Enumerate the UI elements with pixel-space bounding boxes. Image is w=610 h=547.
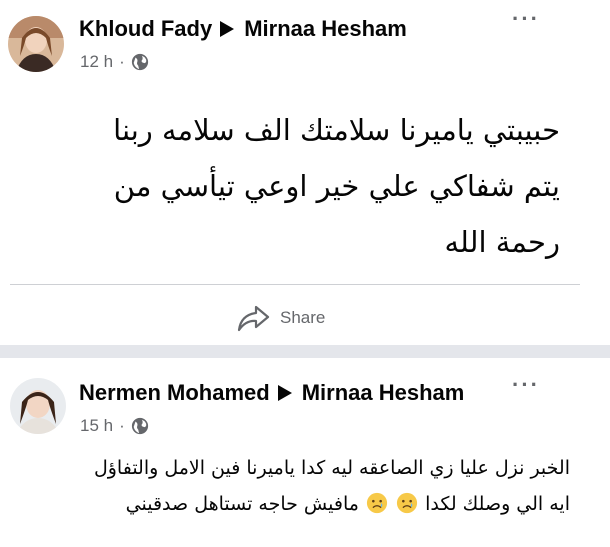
more-options-button[interactable]: ···	[512, 8, 540, 30]
post-time[interactable]: 15 h	[80, 416, 113, 436]
post-meta: 15 h ·	[80, 416, 149, 436]
more-options-button[interactable]: ···	[512, 374, 540, 396]
arrow-right-icon	[220, 21, 235, 37]
share-button[interactable]: Share	[236, 300, 325, 336]
share-arrow-icon	[237, 305, 270, 332]
post-nermen-mohamed: Nermen Mohamed Mirnaa Hesham 15 h · ··· …	[0, 358, 610, 547]
body-line: يتم شفاكي علي خير اوعي تيأسي من	[113, 169, 560, 203]
body-line: الخبر نزل عليا زي الصاعقه ليه كدا ياميرن…	[93, 457, 570, 479]
feed-separator	[0, 345, 610, 358]
meta-separator: ·	[119, 416, 125, 435]
post-time[interactable]: 12 h	[80, 52, 113, 72]
recipient-name[interactable]: Mirnaa Hesham	[244, 16, 407, 42]
body-line: حبيبتي ياميرنا سلامتك الف سلامه ربنا	[113, 113, 560, 147]
sad-tear-emoji-icon	[396, 492, 418, 514]
author-name[interactable]: Khloud Fady	[79, 16, 212, 42]
post-meta: 12 h ·	[80, 52, 149, 72]
author-avatar[interactable]	[10, 378, 66, 434]
body-line: رحمة الله	[444, 225, 560, 259]
body-text-segment: مافيش حاجه تستاهل صدقيني	[125, 493, 359, 515]
recipient-name[interactable]: Mirnaa Hesham	[302, 380, 465, 406]
globe-icon	[131, 53, 148, 71]
globe-icon	[131, 417, 148, 435]
author-line: Khloud Fady Mirnaa Hesham	[79, 16, 407, 42]
author-name[interactable]: Nermen Mohamed	[79, 380, 270, 406]
post-body: الخبر نزل عليا زي الصاعقه ليه كدا ياميرن…	[10, 450, 570, 522]
author-line: Nermen Mohamed Mirnaa Hesham	[79, 380, 464, 406]
sad-tear-emoji-icon	[366, 492, 388, 514]
share-label: Share	[280, 308, 326, 327]
author-avatar[interactable]	[8, 16, 64, 72]
avatar-image	[8, 16, 64, 72]
body-text-segment: ايه الي وصلك لكدا	[425, 493, 570, 515]
post-khloud-fady: Khloud Fady Mirnaa Hesham 12 h · ··· حبي…	[0, 0, 610, 345]
body-line: ايه الي وصلك لكدا مافيش حاجه تستاهل صدقي…	[10, 486, 570, 522]
action-divider	[10, 284, 580, 285]
avatar-image	[10, 378, 66, 434]
meta-separator: ·	[119, 52, 125, 71]
post-body: حبيبتي ياميرنا سلامتك الف سلامه ربنا يتم…	[40, 102, 560, 270]
arrow-right-icon	[277, 385, 292, 401]
